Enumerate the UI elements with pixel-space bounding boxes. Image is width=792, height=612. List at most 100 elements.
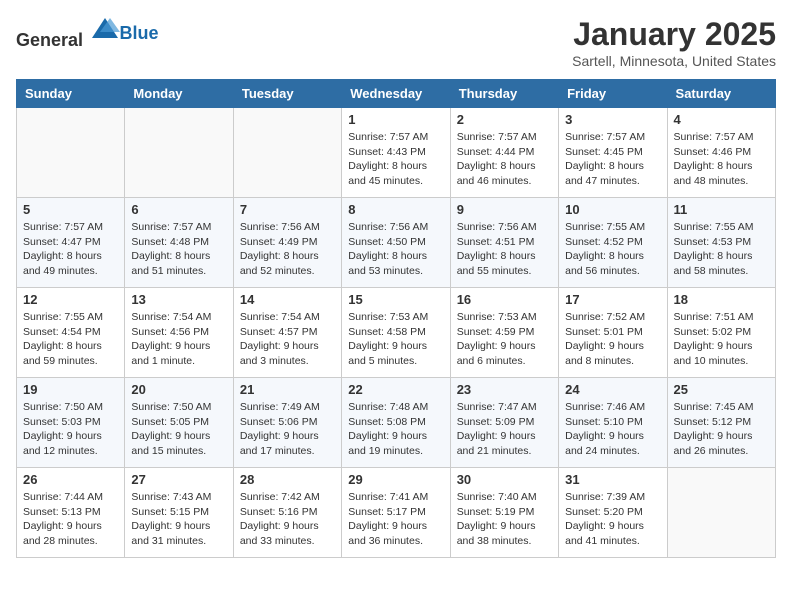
table-cell: 19Sunrise: 7:50 AMSunset: 5:03 PMDayligh… bbox=[17, 378, 125, 468]
day-number: 16 bbox=[457, 292, 552, 307]
weekday-header-row: Sunday Monday Tuesday Wednesday Thursday… bbox=[17, 80, 776, 108]
day-info: Sunrise: 7:48 AMSunset: 5:08 PMDaylight:… bbox=[348, 400, 443, 459]
day-info: Sunrise: 7:40 AMSunset: 5:19 PMDaylight:… bbox=[457, 490, 552, 549]
table-cell: 26 Sunrise: 7:44 AMSunset: 5:13 PMDayligh… bbox=[17, 468, 125, 558]
day-info: Sunrise: 7:56 AMSunset: 4:51 PMDaylight:… bbox=[457, 220, 552, 279]
day-number: 3 bbox=[565, 112, 660, 127]
day-info: Sunrise: 7:41 AMSunset: 5:17 PMDaylight:… bbox=[348, 490, 443, 549]
day-info: Sunrise: 7:43 AMSunset: 5:15 PMDaylight:… bbox=[131, 490, 226, 549]
day-number: 20 bbox=[131, 382, 226, 397]
table-cell: 21Sunrise: 7:49 AMSunset: 5:06 PMDayligh… bbox=[233, 378, 341, 468]
table-cell: 20 Sunrise: 7:50 AMSunset: 5:05 PMDayligh… bbox=[125, 378, 233, 468]
logo: General Blue bbox=[16, 16, 159, 51]
day-info: Sunrise: 7:57 AMSunset: 4:44 PMDaylight:… bbox=[457, 130, 552, 189]
day-number: 8 bbox=[348, 202, 443, 217]
header-thursday: Thursday bbox=[450, 80, 558, 108]
week-row-2: 5Sunrise: 7:57 AMSunset: 4:47 PMDaylight… bbox=[17, 198, 776, 288]
header-sunday: Sunday bbox=[17, 80, 125, 108]
day-number: 23 bbox=[457, 382, 552, 397]
day-number: 13 bbox=[131, 292, 226, 307]
day-info: Sunrise: 7:55 AMSunset: 4:54 PMDaylight:… bbox=[23, 310, 118, 369]
table-cell: 5Sunrise: 7:57 AMSunset: 4:47 PMDaylight… bbox=[17, 198, 125, 288]
day-info: Sunrise: 7:45 AMSunset: 5:12 PMDaylight:… bbox=[674, 400, 769, 459]
day-number: 25 bbox=[674, 382, 769, 397]
day-number: 7 bbox=[240, 202, 335, 217]
day-info: Sunrise: 7:53 AMSunset: 4:59 PMDaylight:… bbox=[457, 310, 552, 369]
day-number: 28 bbox=[240, 472, 335, 487]
table-cell: 12 Sunrise: 7:55 AMSunset: 4:54 PMDayligh… bbox=[17, 288, 125, 378]
table-cell: 14 Sunrise: 7:54 AMSunset: 4:57 PMDayligh… bbox=[233, 288, 341, 378]
day-number: 15 bbox=[348, 292, 443, 307]
header-tuesday: Tuesday bbox=[233, 80, 341, 108]
day-info: Sunrise: 7:53 AMSunset: 4:58 PMDaylight:… bbox=[348, 310, 443, 369]
calendar-table: Sunday Monday Tuesday Wednesday Thursday… bbox=[16, 79, 776, 558]
day-number: 14 bbox=[240, 292, 335, 307]
header-monday: Monday bbox=[125, 80, 233, 108]
table-cell: 7 Sunrise: 7:56 AMSunset: 4:49 PMDaylight… bbox=[233, 198, 341, 288]
day-info: Sunrise: 7:46 AMSunset: 5:10 PMDaylight:… bbox=[565, 400, 660, 459]
table-cell: 9Sunrise: 7:56 AMSunset: 4:51 PMDaylight… bbox=[450, 198, 558, 288]
day-number: 21 bbox=[240, 382, 335, 397]
table-cell: 4Sunrise: 7:57 AMSunset: 4:46 PMDaylight… bbox=[667, 108, 775, 198]
day-number: 30 bbox=[457, 472, 552, 487]
table-cell: 11 Sunrise: 7:55 AMSunset: 4:53 PMDayligh… bbox=[667, 198, 775, 288]
table-cell: 23Sunrise: 7:47 AMSunset: 5:09 PMDayligh… bbox=[450, 378, 558, 468]
table-cell: 22 Sunrise: 7:48 AMSunset: 5:08 PMDayligh… bbox=[342, 378, 450, 468]
day-number: 18 bbox=[674, 292, 769, 307]
day-number: 19 bbox=[23, 382, 118, 397]
day-number: 12 bbox=[23, 292, 118, 307]
day-info: Sunrise: 7:57 AMSunset: 4:45 PMDaylight:… bbox=[565, 130, 660, 189]
table-cell: 28Sunrise: 7:42 AMSunset: 5:16 PMDayligh… bbox=[233, 468, 341, 558]
table-cell: 10 Sunrise: 7:55 AMSunset: 4:52 PMDayligh… bbox=[559, 198, 667, 288]
table-cell: 16 Sunrise: 7:53 AMSunset: 4:59 PMDayligh… bbox=[450, 288, 558, 378]
table-cell: 24 Sunrise: 7:46 AMSunset: 5:10 PMDayligh… bbox=[559, 378, 667, 468]
day-info: Sunrise: 7:55 AMSunset: 4:53 PMDaylight:… bbox=[674, 220, 769, 279]
day-number: 22 bbox=[348, 382, 443, 397]
day-number: 2 bbox=[457, 112, 552, 127]
day-info: Sunrise: 7:44 AMSunset: 5:13 PMDaylight:… bbox=[23, 490, 118, 549]
table-cell: 3 Sunrise: 7:57 AMSunset: 4:45 PMDaylight… bbox=[559, 108, 667, 198]
day-info: Sunrise: 7:51 AMSunset: 5:02 PMDaylight:… bbox=[674, 310, 769, 369]
table-cell bbox=[17, 108, 125, 198]
table-cell bbox=[125, 108, 233, 198]
day-info: Sunrise: 7:55 AMSunset: 4:52 PMDaylight:… bbox=[565, 220, 660, 279]
table-cell: 6 Sunrise: 7:57 AMSunset: 4:48 PMDaylight… bbox=[125, 198, 233, 288]
table-cell: 13 Sunrise: 7:54 AMSunset: 4:56 PMDayligh… bbox=[125, 288, 233, 378]
day-info: Sunrise: 7:57 AMSunset: 4:47 PMDaylight:… bbox=[23, 220, 118, 279]
day-number: 10 bbox=[565, 202, 660, 217]
day-info: Sunrise: 7:56 AMSunset: 4:49 PMDaylight:… bbox=[240, 220, 335, 279]
week-row-4: 19Sunrise: 7:50 AMSunset: 5:03 PMDayligh… bbox=[17, 378, 776, 468]
day-info: Sunrise: 7:54 AMSunset: 4:56 PMDaylight:… bbox=[131, 310, 226, 369]
calendar-header: General Blue January 2025 Sartell, Minne… bbox=[16, 16, 776, 69]
month-title: January 2025 bbox=[572, 16, 776, 53]
table-cell: 29 Sunrise: 7:41 AMSunset: 5:17 PMDayligh… bbox=[342, 468, 450, 558]
table-cell: 1 Sunrise: 7:57 AMSunset: 4:43 PMDaylight… bbox=[342, 108, 450, 198]
table-cell: 8Sunrise: 7:56 AMSunset: 4:50 PMDaylight… bbox=[342, 198, 450, 288]
day-number: 4 bbox=[674, 112, 769, 127]
table-cell: 27Sunrise: 7:43 AMSunset: 5:15 PMDayligh… bbox=[125, 468, 233, 558]
day-info: Sunrise: 7:52 AMSunset: 5:01 PMDaylight:… bbox=[565, 310, 660, 369]
table-cell: 2 Sunrise: 7:57 AMSunset: 4:44 PMDaylight… bbox=[450, 108, 558, 198]
header-wednesday: Wednesday bbox=[342, 80, 450, 108]
day-number: 17 bbox=[565, 292, 660, 307]
logo-blue-text: Blue bbox=[120, 23, 159, 43]
week-row-1: 1 Sunrise: 7:57 AMSunset: 4:43 PMDaylight… bbox=[17, 108, 776, 198]
day-info: Sunrise: 7:50 AMSunset: 5:05 PMDaylight:… bbox=[131, 400, 226, 459]
location-subtitle: Sartell, Minnesota, United States bbox=[572, 53, 776, 69]
day-number: 1 bbox=[348, 112, 443, 127]
day-info: Sunrise: 7:57 AMSunset: 4:48 PMDaylight:… bbox=[131, 220, 226, 279]
table-cell: 18 Sunrise: 7:51 AMSunset: 5:02 PMDayligh… bbox=[667, 288, 775, 378]
table-cell: 25 Sunrise: 7:45 AMSunset: 5:12 PMDayligh… bbox=[667, 378, 775, 468]
title-area: January 2025 Sartell, Minnesota, United … bbox=[572, 16, 776, 69]
table-cell: 17 Sunrise: 7:52 AMSunset: 5:01 PMDayligh… bbox=[559, 288, 667, 378]
day-number: 11 bbox=[674, 202, 769, 217]
day-info: Sunrise: 7:57 AMSunset: 4:43 PMDaylight:… bbox=[348, 130, 443, 189]
table-cell bbox=[233, 108, 341, 198]
day-number: 29 bbox=[348, 472, 443, 487]
header-friday: Friday bbox=[559, 80, 667, 108]
day-info: Sunrise: 7:54 AMSunset: 4:57 PMDaylight:… bbox=[240, 310, 335, 369]
table-cell: 15 Sunrise: 7:53 AMSunset: 4:58 PMDayligh… bbox=[342, 288, 450, 378]
day-number: 26 bbox=[23, 472, 118, 487]
day-number: 24 bbox=[565, 382, 660, 397]
day-number: 6 bbox=[131, 202, 226, 217]
